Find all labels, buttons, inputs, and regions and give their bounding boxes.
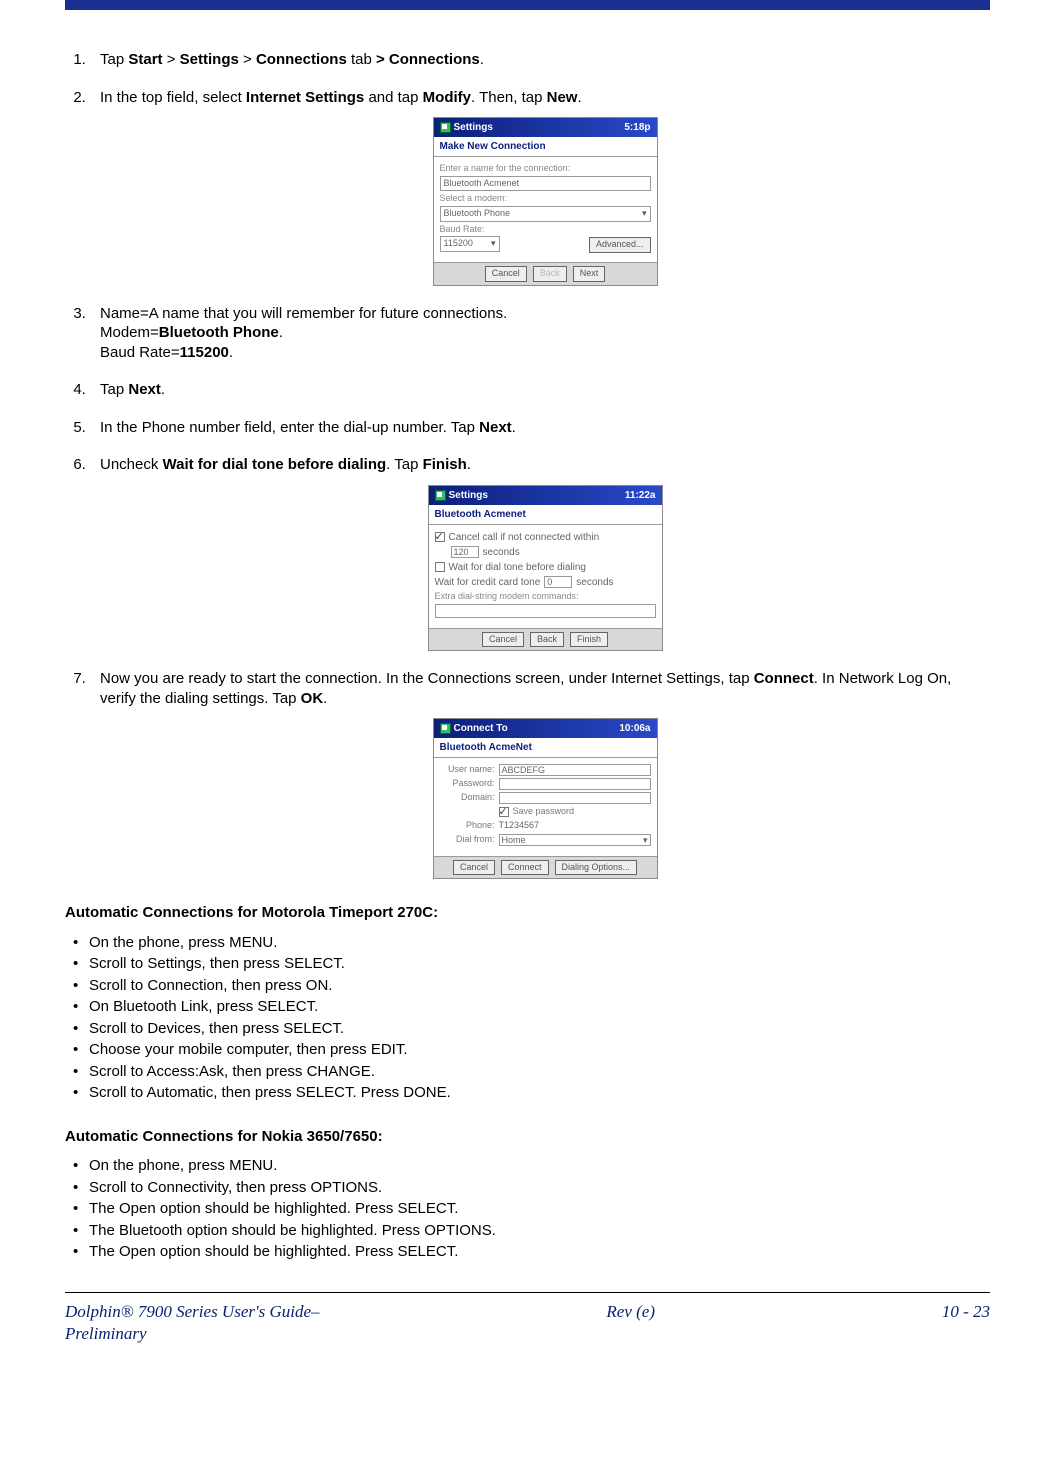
mock1-advanced-button[interactable]: Advanced... xyxy=(589,237,651,253)
mock3-user-input[interactable]: ABCDEFG xyxy=(499,764,651,776)
window-icon xyxy=(435,490,446,501)
list-item: The Bluetooth option should be highlight… xyxy=(69,1221,990,1241)
nokia-heading: Automatic Connections for Nokia 3650/765… xyxy=(65,1127,990,1147)
list-item: Scroll to Automatic, then press SELECT. … xyxy=(69,1083,990,1103)
step-3-line1: Name=A name that you will remember for f… xyxy=(100,304,990,324)
screenshot-dial-settings: Settings 11:22a Bluetooth Acmenet Cancel… xyxy=(428,485,663,651)
step-1: Tap Start > Settings > Connections tab >… xyxy=(90,50,990,70)
mock2-cancel-seconds-input[interactable]: 120 xyxy=(451,546,479,558)
step-7: Now you are ready to start the connectio… xyxy=(90,669,990,879)
step-4: Tap Next. xyxy=(90,380,990,400)
header-bar xyxy=(65,0,990,10)
mock1-back-button[interactable]: Back xyxy=(533,266,567,282)
mock2-wait-credit-unit: seconds xyxy=(576,576,613,589)
mock3-savepwd-checkbox[interactable] xyxy=(499,807,509,817)
mock2-cancel-checkbox[interactable] xyxy=(435,532,445,542)
window-icon xyxy=(440,122,451,133)
mock2-cancel-label: Cancel call if not connected within xyxy=(449,531,600,544)
mock1-name-label: Enter a name for the connection: xyxy=(440,163,651,175)
mock1-next-button[interactable]: Next xyxy=(573,266,606,282)
step-3-line2: Modem=Bluetooth Phone. xyxy=(100,323,990,343)
list-item: The Open option should be highlighted. P… xyxy=(69,1199,990,1219)
list-item: The Open option should be highlighted. P… xyxy=(69,1242,990,1262)
step-6: Uncheck Wait for dial tone before dialin… xyxy=(90,455,990,651)
footer-divider xyxy=(65,1292,990,1293)
mock3-time: 10:06a xyxy=(619,722,650,735)
mock3-pass-input[interactable] xyxy=(499,778,651,790)
step-2: In the top field, select Internet Settin… xyxy=(90,88,990,286)
mock3-savepwd-label: Save password xyxy=(513,806,575,818)
mock2-wait-credit-label: Wait for credit card tone xyxy=(435,576,541,589)
page-footer: Dolphin® 7900 Series User's Guide– Preli… xyxy=(65,1301,990,1345)
mock3-phone-value: T1234567 xyxy=(499,820,540,832)
mock3-domain-input[interactable] xyxy=(499,792,651,804)
motorola-list: On the phone, press MENU. Scroll to Sett… xyxy=(65,933,990,1103)
mock2-finish-button[interactable]: Finish xyxy=(570,632,608,648)
steps-list: Tap Start > Settings > Connections tab >… xyxy=(65,50,990,879)
mock1-baud-label: Baud Rate: xyxy=(440,224,651,236)
step-3: Name=A name that you will remember for f… xyxy=(90,304,990,363)
mock2-title: Settings xyxy=(449,490,488,501)
mock3-title: Connect To xyxy=(454,723,508,734)
mock1-baud-select[interactable]: 115200▾ xyxy=(440,236,500,252)
list-item: On Bluetooth Link, press SELECT. xyxy=(69,997,990,1017)
list-item: Scroll to Settings, then press SELECT. xyxy=(69,954,990,974)
list-item: Scroll to Connection, then press ON. xyxy=(69,976,990,996)
footer-subtitle: Preliminary xyxy=(65,1323,320,1345)
mock3-dialfrom-select[interactable]: Home▾ xyxy=(499,834,651,846)
mock3-subtitle: Bluetooth AcmeNet xyxy=(434,738,657,758)
step-2-text: In the top field, select Internet Settin… xyxy=(100,89,582,106)
mock2-extra-input[interactable] xyxy=(435,604,656,618)
mock3-cancel-button[interactable]: Cancel xyxy=(453,860,495,876)
mock2-wait-dialtone-checkbox[interactable] xyxy=(435,562,445,572)
mock1-modem-select[interactable]: Bluetooth Phone▾ xyxy=(440,206,651,222)
nokia-list: On the phone, press MENU. Scroll to Conn… xyxy=(65,1156,990,1262)
chevron-down-icon: ▾ xyxy=(642,208,647,220)
step-3-line3: Baud Rate=115200. xyxy=(100,343,990,363)
mock2-subtitle: Bluetooth Acmenet xyxy=(429,505,662,525)
window-icon xyxy=(440,723,451,734)
screenshot-1-wrap: Settings 5:18p Make New Connection Enter… xyxy=(100,117,990,286)
mock3-user-label: User name: xyxy=(440,764,495,776)
mock2-extra-label: Extra dial-string modem commands: xyxy=(435,591,656,603)
mock3-domain-label: Domain: xyxy=(440,792,495,804)
screenshot-3-wrap: Connect To 10:06a Bluetooth AcmeNet User… xyxy=(100,718,990,879)
mock3-dialing-options-button[interactable]: Dialing Options... xyxy=(555,860,638,876)
screenshot-settings-new-connection: Settings 5:18p Make New Connection Enter… xyxy=(433,117,658,286)
list-item: Scroll to Connectivity, then press OPTIO… xyxy=(69,1178,990,1198)
footer-page-number: 10 - 23 xyxy=(942,1301,990,1345)
screenshot-connect-to: Connect To 10:06a Bluetooth AcmeNet User… xyxy=(433,718,658,879)
footer-title: Dolphin® 7900 Series User's Guide– xyxy=(65,1301,320,1323)
mock2-wait-credit-input[interactable]: 0 xyxy=(544,576,572,588)
mock2-cancel-button[interactable]: Cancel xyxy=(482,632,524,648)
mock1-name-input[interactable]: Bluetooth Acmenet xyxy=(440,176,651,192)
chevron-down-icon: ▾ xyxy=(643,835,648,845)
step-1-text: Tap Start > Settings > Connections tab >… xyxy=(100,51,484,68)
list-item: Scroll to Access:Ask, then press CHANGE. xyxy=(69,1062,990,1082)
mock3-pass-label: Password: xyxy=(440,778,495,790)
mock1-time: 5:18p xyxy=(624,121,650,134)
mock1-modem-label: Select a modem: xyxy=(440,193,651,205)
list-item: Choose your mobile computer, then press … xyxy=(69,1040,990,1060)
mock1-title: Settings xyxy=(454,122,493,133)
mock1-subtitle: Make New Connection xyxy=(434,137,657,157)
mock2-back-button[interactable]: Back xyxy=(530,632,564,648)
step-5: In the Phone number field, enter the dia… xyxy=(90,418,990,438)
mock3-phone-label: Phone: xyxy=(440,820,495,832)
screenshot-2-wrap: Settings 11:22a Bluetooth Acmenet Cancel… xyxy=(100,485,990,651)
mock3-connect-button[interactable]: Connect xyxy=(501,860,549,876)
footer-revision: Rev (e) xyxy=(606,1301,655,1345)
chevron-down-icon: ▾ xyxy=(491,238,496,250)
mock3-dialfrom-label: Dial from: xyxy=(440,834,495,846)
motorola-heading: Automatic Connections for Motorola Timep… xyxy=(65,903,990,923)
mock2-wait-dialtone-label: Wait for dial tone before dialing xyxy=(449,561,587,574)
mock2-cancel-unit: seconds xyxy=(483,546,520,559)
mock1-cancel-button[interactable]: Cancel xyxy=(485,266,527,282)
list-item: On the phone, press MENU. xyxy=(69,933,990,953)
list-item: Scroll to Devices, then press SELECT. xyxy=(69,1019,990,1039)
mock2-time: 11:22a xyxy=(625,489,656,502)
list-item: On the phone, press MENU. xyxy=(69,1156,990,1176)
